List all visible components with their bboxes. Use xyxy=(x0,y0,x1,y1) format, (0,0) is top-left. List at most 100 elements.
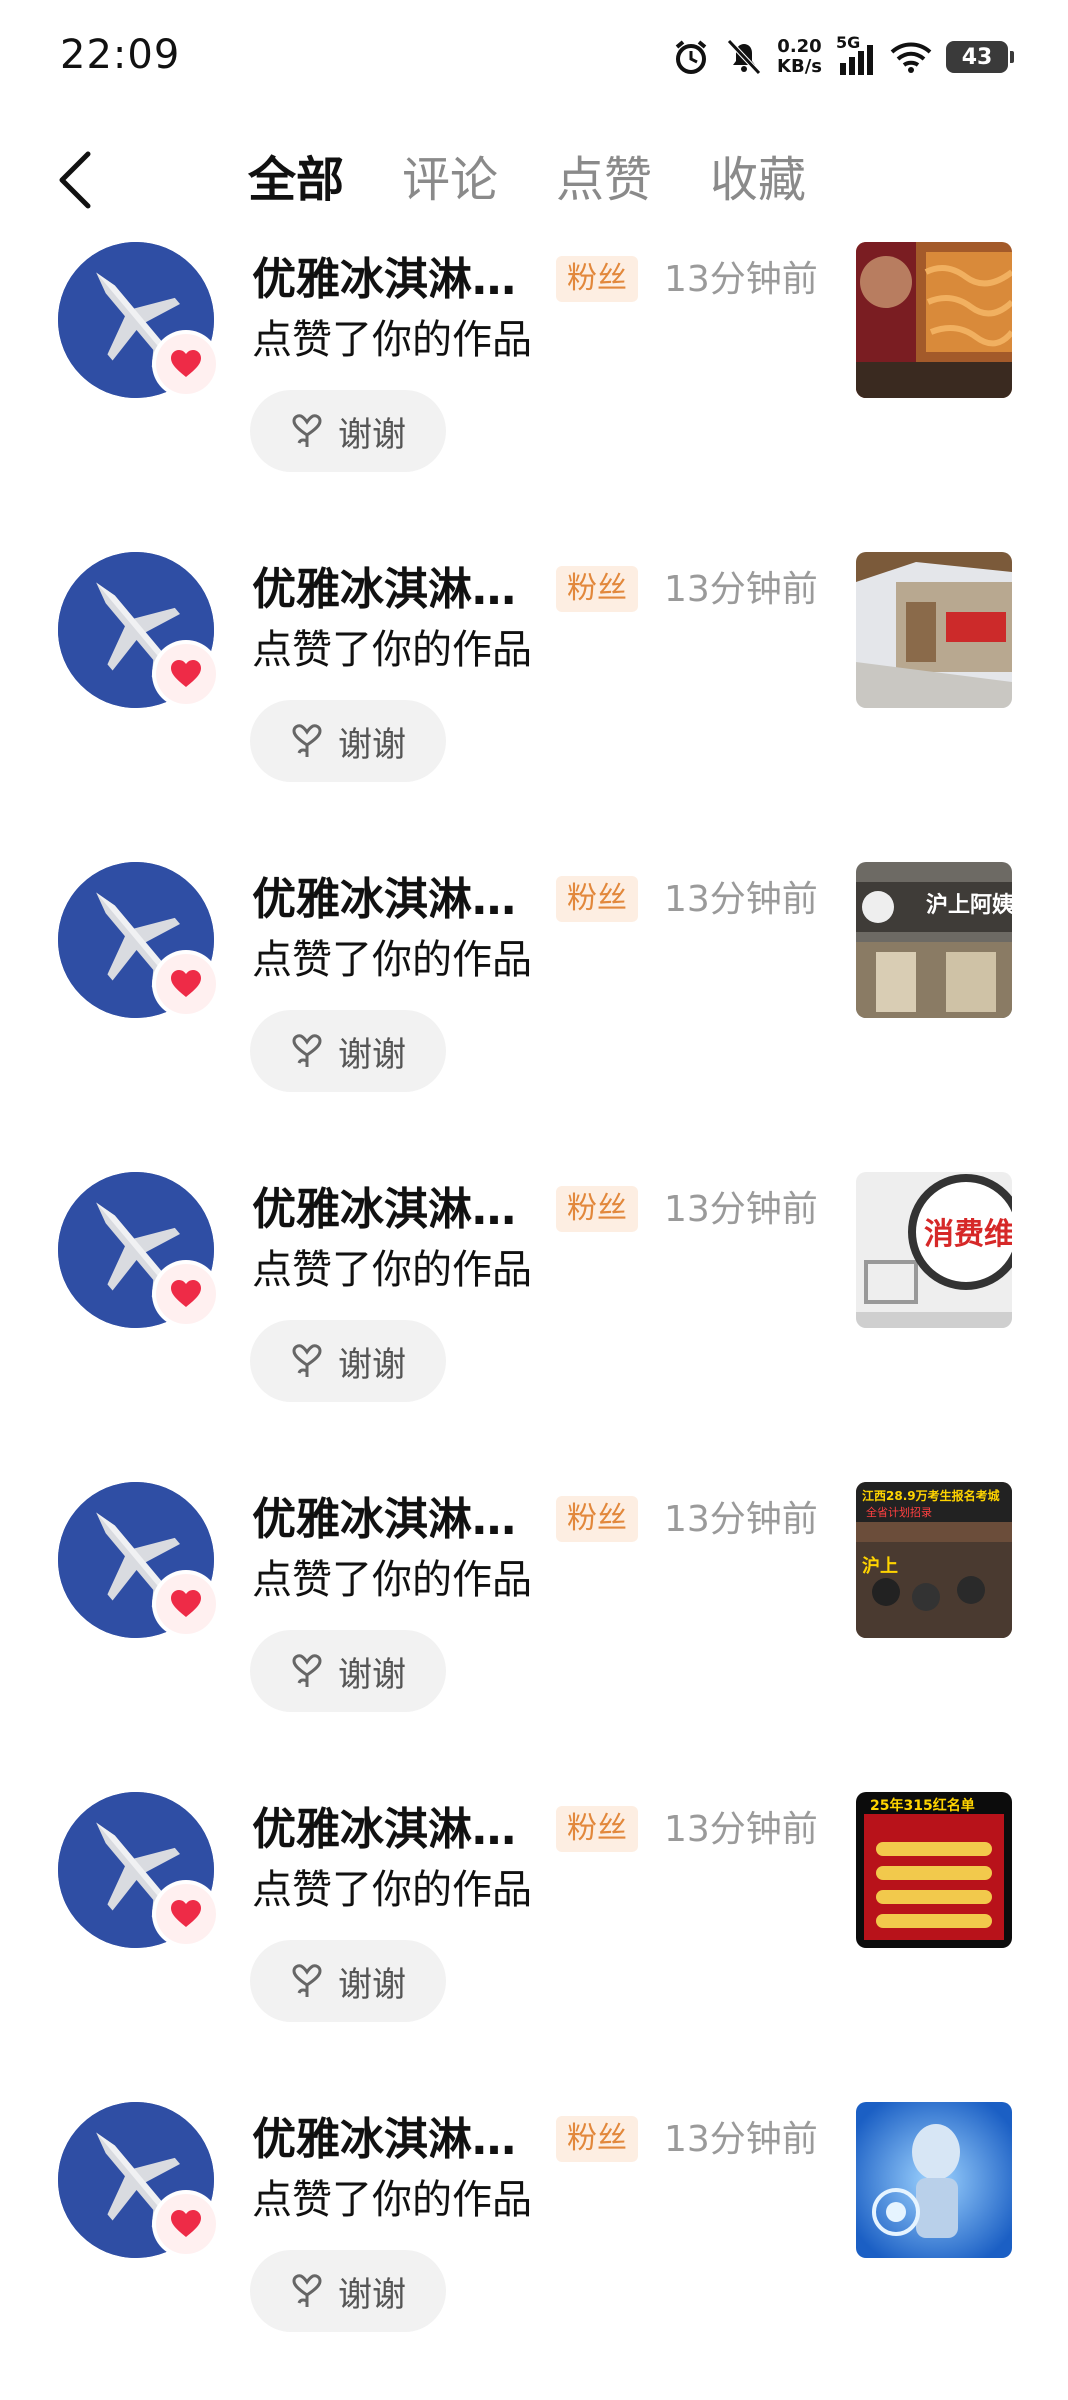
heart-icon xyxy=(171,2210,201,2237)
tab-all[interactable]: 全部 xyxy=(248,148,344,212)
action-text: 点赞了你的作品 xyxy=(252,937,532,983)
fan-badge: 粉丝 xyxy=(556,2116,638,2162)
post-thumbnail[interactable]: 25年315红名单 xyxy=(856,1792,1012,1948)
svg-text:全省计划招录: 全省计划招录 xyxy=(866,1505,932,1519)
header: 全部 评论 点赞 收藏 xyxy=(0,130,1068,230)
like-badge xyxy=(156,644,216,704)
tab-bar: 全部 评论 点赞 收藏 xyxy=(248,148,806,212)
heart-icon xyxy=(171,1900,201,1927)
post-thumbnail[interactable] xyxy=(856,242,1012,398)
svg-text:江西28.9万考生报名考城: 江西28.9万考生报名考城 xyxy=(862,1488,1000,1503)
like-badge xyxy=(156,954,216,1014)
thanks-button[interactable]: 谢谢 xyxy=(250,1010,446,1092)
username[interactable]: 优雅冰淇淋… xyxy=(252,1180,516,1240)
username[interactable]: 优雅冰淇淋… xyxy=(252,870,516,930)
status-time: 22:09 xyxy=(60,32,181,78)
flower-heart-icon xyxy=(292,1964,322,1997)
thanks-button[interactable]: 谢谢 xyxy=(250,1940,446,2022)
notification-item[interactable]: 优雅冰淇淋… 粉丝 13分钟前 点赞了你的作品 谢谢 xyxy=(0,2090,1068,2400)
timestamp: 13分钟前 xyxy=(664,1189,818,1230)
thanks-button[interactable]: 谢谢 xyxy=(250,390,446,472)
heart-icon xyxy=(171,660,201,687)
signal-bars-icon xyxy=(840,45,873,75)
heart-icon xyxy=(171,350,201,377)
svg-text:消费维: 消费维 xyxy=(924,1217,1012,1252)
action-text: 点赞了你的作品 xyxy=(252,1247,532,1293)
thanks-label: 谢谢 xyxy=(338,1344,406,1385)
svg-text:25年315红名单: 25年315红名单 xyxy=(870,1797,975,1814)
fan-badge: 粉丝 xyxy=(556,1186,638,1232)
speed-value: 0.20 xyxy=(777,36,822,57)
back-arrow-icon[interactable] xyxy=(52,148,102,212)
like-badge xyxy=(156,1264,216,1324)
tab-comments[interactable]: 评论 xyxy=(402,148,498,212)
flower-heart-icon xyxy=(292,1654,322,1687)
username[interactable]: 优雅冰淇淋… xyxy=(252,2110,516,2170)
flower-heart-icon xyxy=(292,1344,322,1377)
speed-unit: KB/s xyxy=(777,56,822,77)
network-speed: 0.20 KB/s xyxy=(777,37,822,77)
svg-text:沪上: 沪上 xyxy=(862,1555,898,1577)
post-thumbnail[interactable] xyxy=(856,552,1012,708)
action-text: 点赞了你的作品 xyxy=(252,1867,532,1913)
status-icons: 0.20 KB/s 5G 43 xyxy=(671,32,1014,82)
thanks-label: 谢谢 xyxy=(338,2274,406,2315)
notification-item[interactable]: 优雅冰淇淋… 粉丝 13分钟前 点赞了你的作品 谢谢 江西28.9万考生报名考城… xyxy=(0,1470,1068,1780)
battery-indicator: 43 xyxy=(946,41,1014,73)
thanks-label: 谢谢 xyxy=(338,1654,406,1695)
timestamp: 13分钟前 xyxy=(664,879,818,920)
post-thumbnail[interactable]: 消费维 xyxy=(856,1172,1012,1328)
action-text: 点赞了你的作品 xyxy=(252,2177,532,2223)
post-thumbnail[interactable] xyxy=(856,2102,1012,2258)
alarm-icon xyxy=(675,40,707,74)
cellular-signal: 5G xyxy=(836,33,876,77)
timestamp: 13分钟前 xyxy=(664,2119,818,2160)
svg-text:沪上阿姨: 沪上阿姨 xyxy=(926,892,1012,918)
notification-item[interactable]: 优雅冰淇淋… 粉丝 13分钟前 点赞了你的作品 谢谢 沪上阿姨 xyxy=(0,850,1068,1160)
thanks-button[interactable]: 谢谢 xyxy=(250,2250,446,2332)
heart-icon xyxy=(171,970,201,997)
notification-item[interactable]: 优雅冰淇淋… 粉丝 13分钟前 点赞了你的作品 谢谢 xyxy=(0,540,1068,850)
timestamp: 13分钟前 xyxy=(664,569,818,610)
username[interactable]: 优雅冰淇淋… xyxy=(252,1800,516,1860)
fan-badge: 粉丝 xyxy=(556,1806,638,1852)
flower-heart-icon xyxy=(292,2274,322,2307)
notification-item[interactable]: 优雅冰淇淋… 粉丝 13分钟前 点赞了你的作品 谢谢 消费维 xyxy=(0,1160,1068,1470)
flower-heart-icon xyxy=(292,414,322,447)
mute-bell-icon xyxy=(727,39,761,75)
timestamp: 13分钟前 xyxy=(664,1499,818,1540)
fan-badge: 粉丝 xyxy=(556,566,638,612)
heart-icon xyxy=(171,1280,201,1307)
username[interactable]: 优雅冰淇淋… xyxy=(252,250,516,310)
like-badge xyxy=(156,1574,216,1634)
timestamp: 13分钟前 xyxy=(664,1809,818,1850)
username[interactable]: 优雅冰淇淋… xyxy=(252,560,516,620)
status-bar: 22:09 0.20 KB/s 5G 43 xyxy=(0,0,1068,110)
thanks-button[interactable]: 谢谢 xyxy=(250,1320,446,1402)
wifi-icon xyxy=(890,42,932,73)
post-thumbnail[interactable]: 沪上阿姨 xyxy=(856,862,1012,1018)
action-text: 点赞了你的作品 xyxy=(252,1557,532,1603)
post-thumbnail[interactable]: 江西28.9万考生报名考城 全省计划招录 沪上 xyxy=(856,1482,1012,1638)
tab-favorites[interactable]: 收藏 xyxy=(710,148,806,212)
thanks-button[interactable]: 谢谢 xyxy=(250,700,446,782)
thanks-button[interactable]: 谢谢 xyxy=(250,1630,446,1712)
flower-heart-icon xyxy=(292,1034,322,1067)
like-badge xyxy=(156,2194,216,2254)
fan-badge: 粉丝 xyxy=(556,1496,638,1542)
thanks-label: 谢谢 xyxy=(338,414,406,455)
like-badge xyxy=(156,334,216,394)
action-text: 点赞了你的作品 xyxy=(252,627,532,673)
notification-item[interactable]: 优雅冰淇淋… 粉丝 13分钟前 点赞了你的作品 谢谢 25年315红名单 xyxy=(0,1780,1068,2090)
heart-icon xyxy=(171,1590,201,1617)
fan-badge: 粉丝 xyxy=(556,256,638,302)
fan-badge: 粉丝 xyxy=(556,876,638,922)
thanks-label: 谢谢 xyxy=(338,1034,406,1075)
thanks-label: 谢谢 xyxy=(338,1964,406,2005)
thanks-label: 谢谢 xyxy=(338,724,406,765)
timestamp: 13分钟前 xyxy=(664,259,818,300)
tab-likes[interactable]: 点赞 xyxy=(556,148,652,212)
username[interactable]: 优雅冰淇淋… xyxy=(252,1490,516,1550)
flower-heart-icon xyxy=(292,724,322,757)
notification-item[interactable]: 优雅冰淇淋… 粉丝 13分钟前 点赞了你的作品 谢谢 xyxy=(0,230,1068,540)
